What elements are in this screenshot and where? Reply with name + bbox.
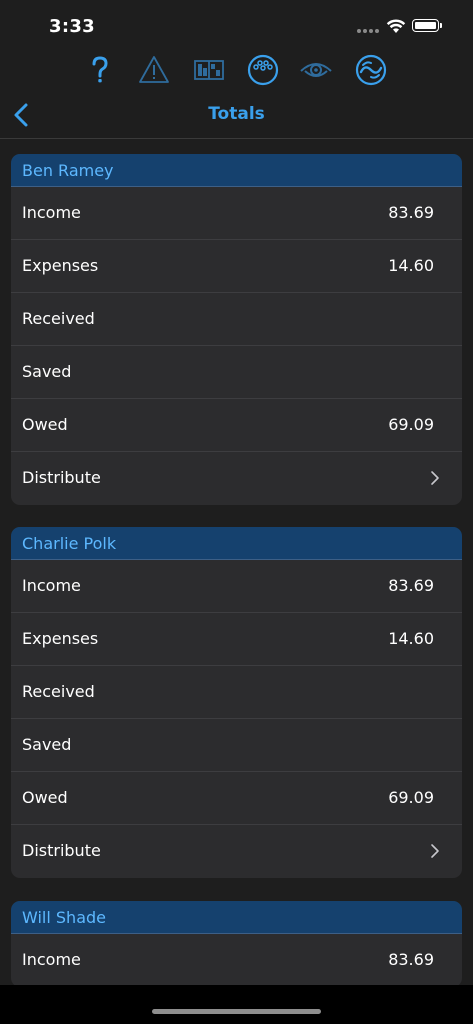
home-indicator[interactable] <box>152 1009 321 1014</box>
toolbar <box>0 50 473 90</box>
cellular-signal-icon <box>357 27 379 33</box>
row-label: Expenses <box>22 629 99 648</box>
person-name-header: Will Shade <box>11 901 462 934</box>
owed-row: Owed 69.09 <box>11 772 462 825</box>
person-card-charlie-polk: Charlie Polk Income 83.69 Expenses 14.60… <box>11 527 462 878</box>
row-label: Saved <box>22 362 72 381</box>
person-card-ben-ramey: Ben Ramey Income 83.69 Expenses 14.60 Re… <box>11 154 462 505</box>
status-bar: 3:33 <box>0 0 473 50</box>
wifi-icon <box>386 19 406 33</box>
row-label: Income <box>22 950 81 969</box>
expenses-row: Expenses 14.60 <box>11 240 462 293</box>
row-label: Owed <box>22 788 68 807</box>
chevron-right-icon <box>431 471 439 485</box>
expenses-row: Expenses 14.60 <box>11 613 462 666</box>
status-time: 3:33 <box>49 16 95 37</box>
warning-icon[interactable] <box>137 53 171 87</box>
row-value: 69.09 <box>388 788 434 807</box>
income-row: Income 83.69 <box>11 560 462 613</box>
person-name-header: Ben Ramey <box>11 154 462 187</box>
row-label: Received <box>22 309 95 328</box>
row-value: 14.60 <box>388 629 434 648</box>
bowling-ball-icon[interactable] <box>246 53 280 87</box>
distribute-row[interactable]: Distribute <box>11 452 462 505</box>
row-label: Owed <box>22 415 68 434</box>
chevron-right-icon <box>431 844 439 858</box>
page-title: Totals <box>208 104 265 124</box>
refresh-icon[interactable] <box>354 53 388 87</box>
totals-list[interactable]: Ben Ramey Income 83.69 Expenses 14.60 Re… <box>0 139 473 985</box>
battery-icon <box>412 19 442 32</box>
row-value: 69.09 <box>388 415 434 434</box>
tables-icon[interactable] <box>192 53 226 87</box>
row-value: 83.69 <box>388 950 434 969</box>
saved-row: Saved <box>11 346 462 399</box>
owed-row: Owed 69.09 <box>11 399 462 452</box>
row-label: Income <box>22 203 81 222</box>
person-card-will-shade: Will Shade Income 83.69 <box>11 901 462 985</box>
row-label: Distribute <box>22 468 101 487</box>
row-value: 83.69 <box>388 203 434 222</box>
received-row: Received <box>11 666 462 719</box>
eye-icon[interactable] <box>299 53 333 87</box>
row-label: Income <box>22 576 81 595</box>
help-icon[interactable] <box>83 53 117 87</box>
saved-row: Saved <box>11 719 462 772</box>
row-value: 14.60 <box>388 256 434 275</box>
income-row: Income 83.69 <box>11 187 462 240</box>
navigation-bar: Totals <box>0 92 473 139</box>
row-label: Distribute <box>22 841 101 860</box>
row-value: 83.69 <box>388 576 434 595</box>
distribute-row[interactable]: Distribute <box>11 825 462 878</box>
row-label: Expenses <box>22 256 99 275</box>
income-row: Income 83.69 <box>11 934 462 985</box>
home-indicator-area <box>0 985 473 1024</box>
row-label: Received <box>22 682 95 701</box>
row-label: Saved <box>22 735 72 754</box>
person-name-header: Charlie Polk <box>11 527 462 560</box>
received-row: Received <box>11 293 462 346</box>
